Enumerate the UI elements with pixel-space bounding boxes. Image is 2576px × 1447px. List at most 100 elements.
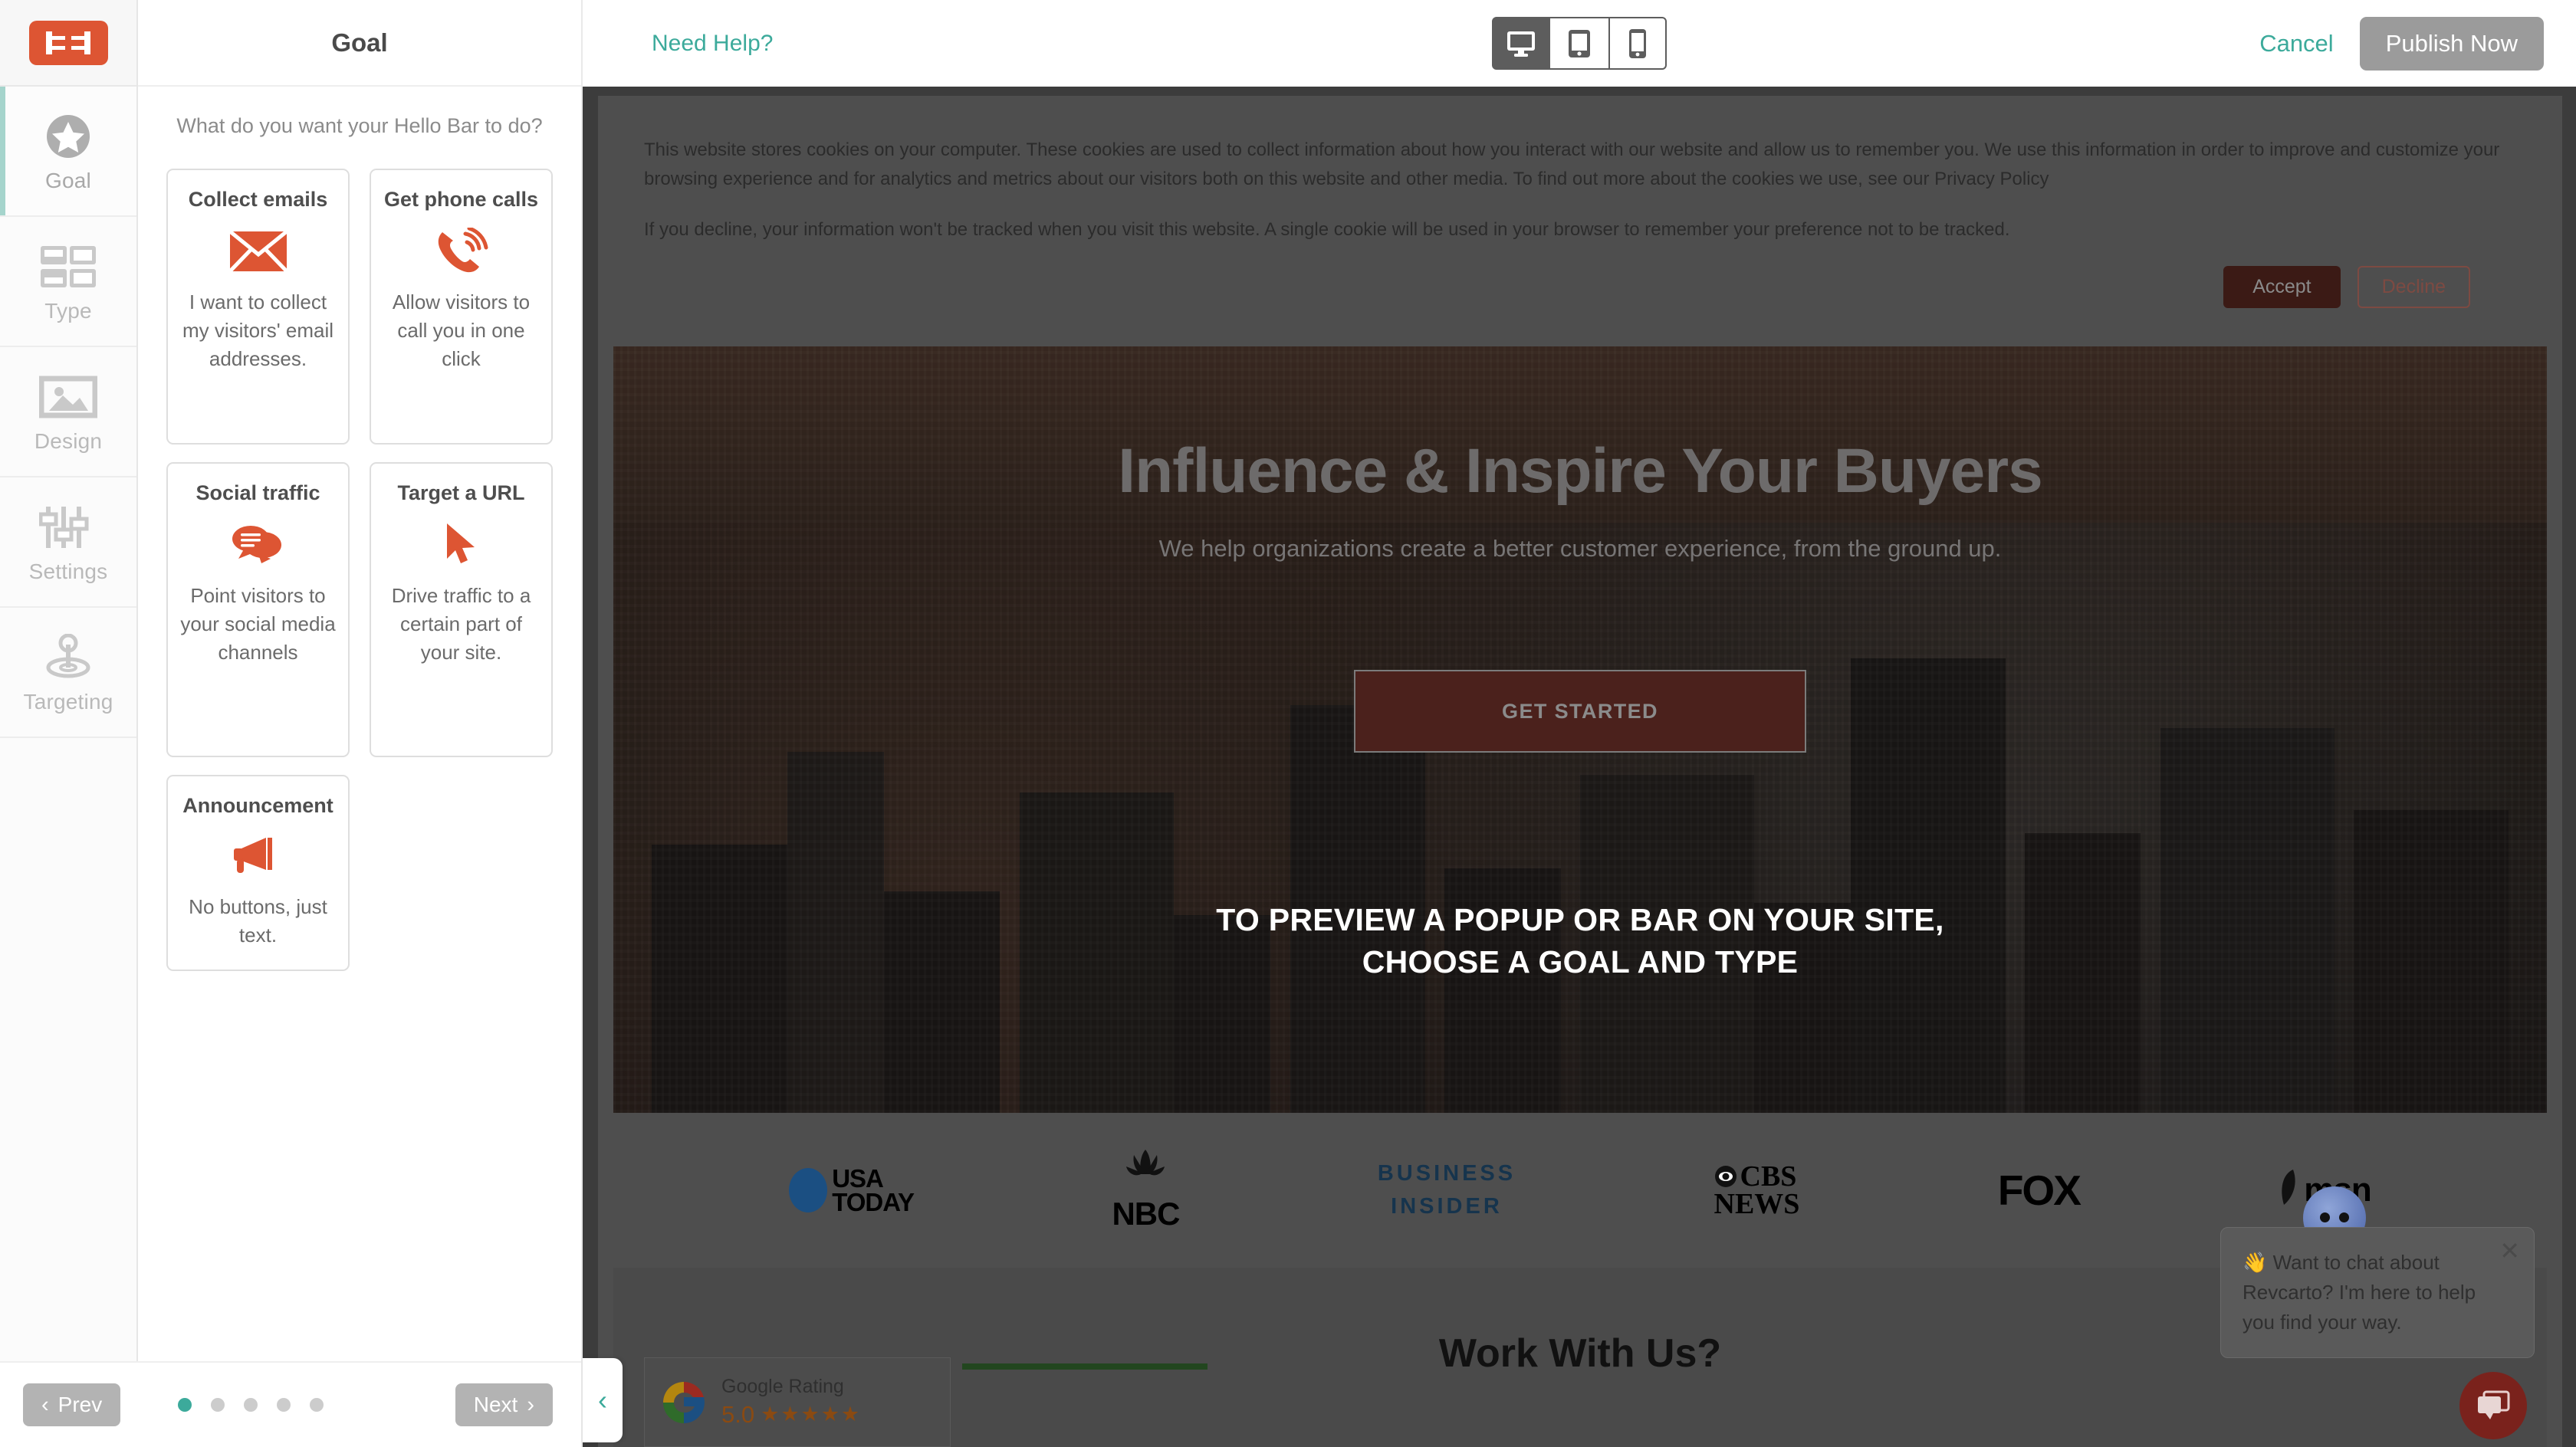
sidebar-item-label: Type <box>44 299 92 323</box>
step-dot-1[interactable] <box>178 1398 192 1412</box>
sidebar-item-goal[interactable]: Goal <box>0 87 136 217</box>
goal-card-target-url[interactable]: Target a URL Drive traffic to a certain … <box>370 462 553 757</box>
nbc-peacock-icon <box>1126 1150 1165 1176</box>
star-icon <box>44 109 92 164</box>
goal-panel: Goal What do you want your Hello Bar to … <box>138 0 583 1447</box>
get-started-button[interactable]: GET STARTED <box>1354 670 1806 753</box>
press-logo-text: FOX <box>1997 1166 2082 1214</box>
goal-card-title: Collect emails <box>188 188 328 211</box>
sliders-icon <box>39 500 97 555</box>
device-mobile-button[interactable] <box>1608 17 1667 70</box>
goal-card-desc: No buttons, just text. <box>189 895 327 947</box>
goal-card-desc: Allow visitors to call you in one click <box>392 290 531 371</box>
press-logo-fox: FOX <box>1997 1166 2082 1215</box>
topbar-actions: Cancel Publish Now <box>2259 16 2544 71</box>
envelope-icon <box>228 222 288 281</box>
chevron-right-icon: › <box>527 1392 534 1417</box>
sidebar-item-label: Design <box>34 429 103 453</box>
device-preview-toggle <box>1492 17 1667 70</box>
site-preview-frame: This website stores cookies on your comp… <box>598 96 2562 1447</box>
press-logo-text: NBC <box>1112 1196 1180 1232</box>
hellobar-logo[interactable] <box>28 20 108 65</box>
image-icon <box>39 369 97 425</box>
preview-instruction-overlay: TO PREVIEW A POPUP OR BAR ON YOUR SITE, … <box>598 899 2562 984</box>
step-dot-5[interactable] <box>310 1398 324 1412</box>
megaphone-icon <box>231 828 286 885</box>
need-help-link[interactable]: Need Help? <box>652 31 773 57</box>
cookie-paragraph-2: If you decline, your information won't b… <box>644 218 2010 240</box>
editor-topbar: Need Help? Cancel Publish Now <box>583 0 2576 87</box>
sidebar-item-targeting[interactable]: Targeting <box>0 608 136 738</box>
layout-grid-icon <box>39 239 97 294</box>
goal-card-desc: Point visitors to your social media chan… <box>180 584 336 664</box>
press-logo-text: BUSINESS <box>1377 1160 1516 1186</box>
step-dots <box>178 1398 324 1412</box>
section-rule <box>962 1363 1208 1370</box>
sidebar-item-type[interactable]: Type <box>0 217 136 347</box>
goal-card-announcement[interactable]: Announcement No buttons, just text. <box>166 775 350 971</box>
logo-container <box>0 0 136 87</box>
goal-card-grid: Collect emails I want to collect my visi… <box>138 138 581 971</box>
collapse-panel-handle[interactable]: ‹ <box>583 1358 623 1442</box>
goal-card-social-traffic[interactable]: Social traffic Point visitors to your so… <box>166 462 350 757</box>
chat-launcher-button[interactable] <box>2459 1372 2527 1439</box>
hero-section: Influence & Inspire Your Buyers We help … <box>613 346 2547 1113</box>
cookie-actions: Accept Decline <box>644 249 2516 308</box>
hellobar-editor: Goal Type Design Settings Targeting Goal… <box>0 0 2576 1447</box>
goal-card-title: Social traffic <box>196 481 320 504</box>
cookie-accept-button[interactable]: Accept <box>2223 265 2341 308</box>
google-rating-stars: ★★★★★ <box>761 1403 862 1426</box>
close-icon[interactable]: ✕ <box>2499 1239 2520 1263</box>
press-logo-text: NEWS <box>1714 1188 1800 1220</box>
monitor-icon <box>1507 31 1535 57</box>
chat-bubble-icon <box>2478 1390 2510 1419</box>
next-button-label: Next <box>473 1393 518 1416</box>
work-with-us-heading: Work With Us? <box>1438 1331 1722 1376</box>
device-tablet-button[interactable] <box>1550 17 1608 70</box>
sidebar-item-label: Targeting <box>23 690 113 714</box>
step-dot-4[interactable] <box>277 1398 291 1412</box>
sidebar-item-label: Goal <box>45 169 91 192</box>
goal-card-title: Target a URL <box>397 481 525 504</box>
sidebar-item-design[interactable]: Design <box>0 347 136 477</box>
google-rating-badge[interactable]: Google Rating 5.0 ★★★★★ <box>644 1357 951 1447</box>
phone-ringing-icon <box>435 222 488 281</box>
chat-bubbles-icon <box>231 516 286 574</box>
prev-button[interactable]: ‹ Prev <box>23 1383 121 1426</box>
cancel-button[interactable]: Cancel <box>2259 30 2334 57</box>
goal-card-title: Announcement <box>182 794 334 817</box>
step-dot-2[interactable] <box>211 1398 225 1412</box>
press-logo-business-insider: BUSINESS INSIDER <box>1378 1157 1516 1224</box>
device-desktop-button[interactable] <box>1492 17 1550 70</box>
publish-now-button[interactable]: Publish Now <box>2359 16 2544 71</box>
wizard-footer: ‹ Prev Next › <box>0 1361 581 1447</box>
goal-card-collect-emails[interactable]: Collect emails I want to collect my visi… <box>166 169 350 445</box>
goal-card-get-phone-calls[interactable]: Get phone calls Allow visitors to call y… <box>370 169 553 445</box>
press-logo-text: TODAY <box>832 1188 915 1216</box>
prev-button-label: Prev <box>58 1393 103 1416</box>
usa-today-dot-icon <box>789 1168 828 1212</box>
msn-butterfly-icon <box>2282 1170 2295 1205</box>
cookie-decline-button[interactable]: Decline <box>2357 265 2470 308</box>
target-joystick-icon <box>39 630 97 685</box>
hellobar-logo-icon <box>46 31 90 54</box>
google-rating-score: 5.0 <box>721 1401 755 1429</box>
hero-subheadline: We help organizations create a better cu… <box>1158 535 2002 562</box>
press-logo-text: CBS <box>1740 1160 1797 1193</box>
goal-card-title: Get phone calls <box>383 188 539 211</box>
sidebar-item-settings[interactable]: Settings <box>0 477 136 608</box>
page-title: Goal <box>331 28 388 57</box>
step-dot-3[interactable] <box>244 1398 258 1412</box>
preview-instruction-line-1: TO PREVIEW A POPUP OR BAR ON YOUR SITE, <box>1216 902 1944 937</box>
hero-content: Influence & Inspire Your Buyers We help … <box>613 346 2547 1113</box>
google-g-icon <box>659 1377 709 1428</box>
site-preview-stage: This website stores cookies on your comp… <box>583 87 2576 1447</box>
step-rail: Goal Type Design Settings Targeting <box>0 0 138 1447</box>
press-logo-usa-today: USA TODAY <box>789 1166 915 1216</box>
next-button[interactable]: Next › <box>455 1383 553 1426</box>
goal-question: What do you want your Hello Bar to do? <box>176 114 543 137</box>
goal-panel-header: Goal <box>138 0 581 87</box>
preview-instruction-line-2: CHOOSE A GOAL AND TYPE <box>1362 944 1799 980</box>
goal-card-desc: Drive traffic to a certain part of your … <box>391 584 531 664</box>
google-rating-title: Google Rating <box>721 1375 844 1397</box>
